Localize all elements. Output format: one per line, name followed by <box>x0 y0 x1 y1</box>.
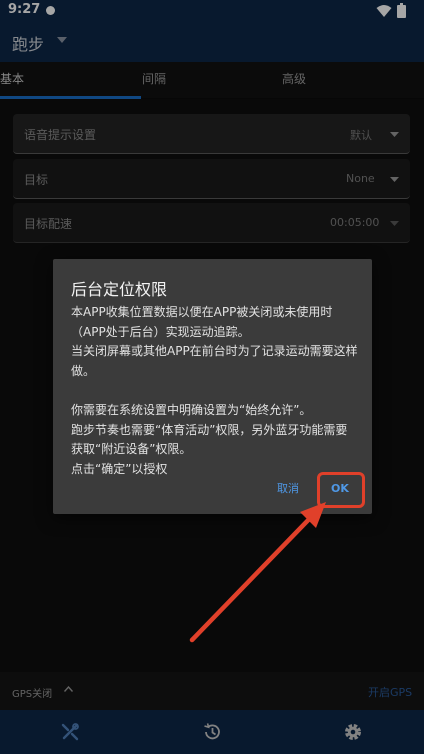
dialog-title: 后台定位权限 <box>71 280 168 299</box>
pointer-arrow-icon <box>189 502 326 643</box>
dialog-message: 本APP收集位置数据以便在APP被关闭或未使用时（APP处于后台）实现运动追踪。… <box>71 305 358 476</box>
